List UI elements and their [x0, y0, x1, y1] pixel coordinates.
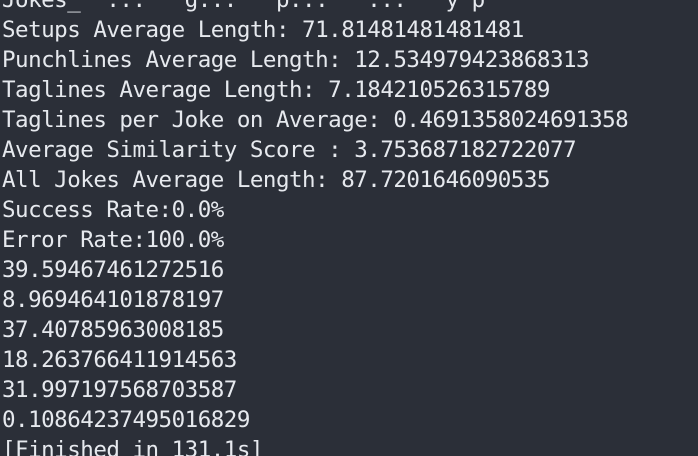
- output-line-taglines-average: Taglines Average Length: 7.1842105263157…: [2, 77, 550, 103]
- output-line-partial: Jokes_ ... g... p... ... y p: [2, 0, 485, 13]
- output-line-value: 18.263766411914563: [2, 347, 237, 373]
- output-line-setups-average: Setups Average Length: 71.81481481481481: [2, 17, 524, 43]
- build-output-panel: Jokes_ ... g... p... ... y p Setups Aver…: [0, 0, 698, 456]
- output-line-value: 39.59467461272516: [2, 257, 224, 283]
- output-line-taglines-per-joke: Taglines per Joke on Average: 0.46913580…: [2, 107, 629, 133]
- output-line-value: 8.969464101878197: [2, 287, 224, 313]
- output-line-value: 37.40785963008185: [2, 317, 224, 343]
- output-lines: Jokes_ ... g... p... ... y p Setups Aver…: [2, 0, 629, 456]
- output-line-error-rate: Error Rate:100.0%: [2, 227, 224, 253]
- output-line-value: 0.10864237495016829: [2, 407, 250, 433]
- output-line-value: 31.997197568703587: [2, 377, 237, 403]
- output-line-similarity-score: Average Similarity Score : 3.75368718272…: [2, 137, 577, 163]
- output-line-all-jokes-average: All Jokes Average Length: 87.72016460905…: [2, 167, 550, 193]
- output-line-finished-status: [Finished in 131.1s]: [2, 437, 263, 456]
- output-line-success-rate: Success Rate:0.0%: [2, 197, 224, 223]
- output-line-punchlines-average: Punchlines Average Length: 12.5349794238…: [2, 47, 590, 73]
